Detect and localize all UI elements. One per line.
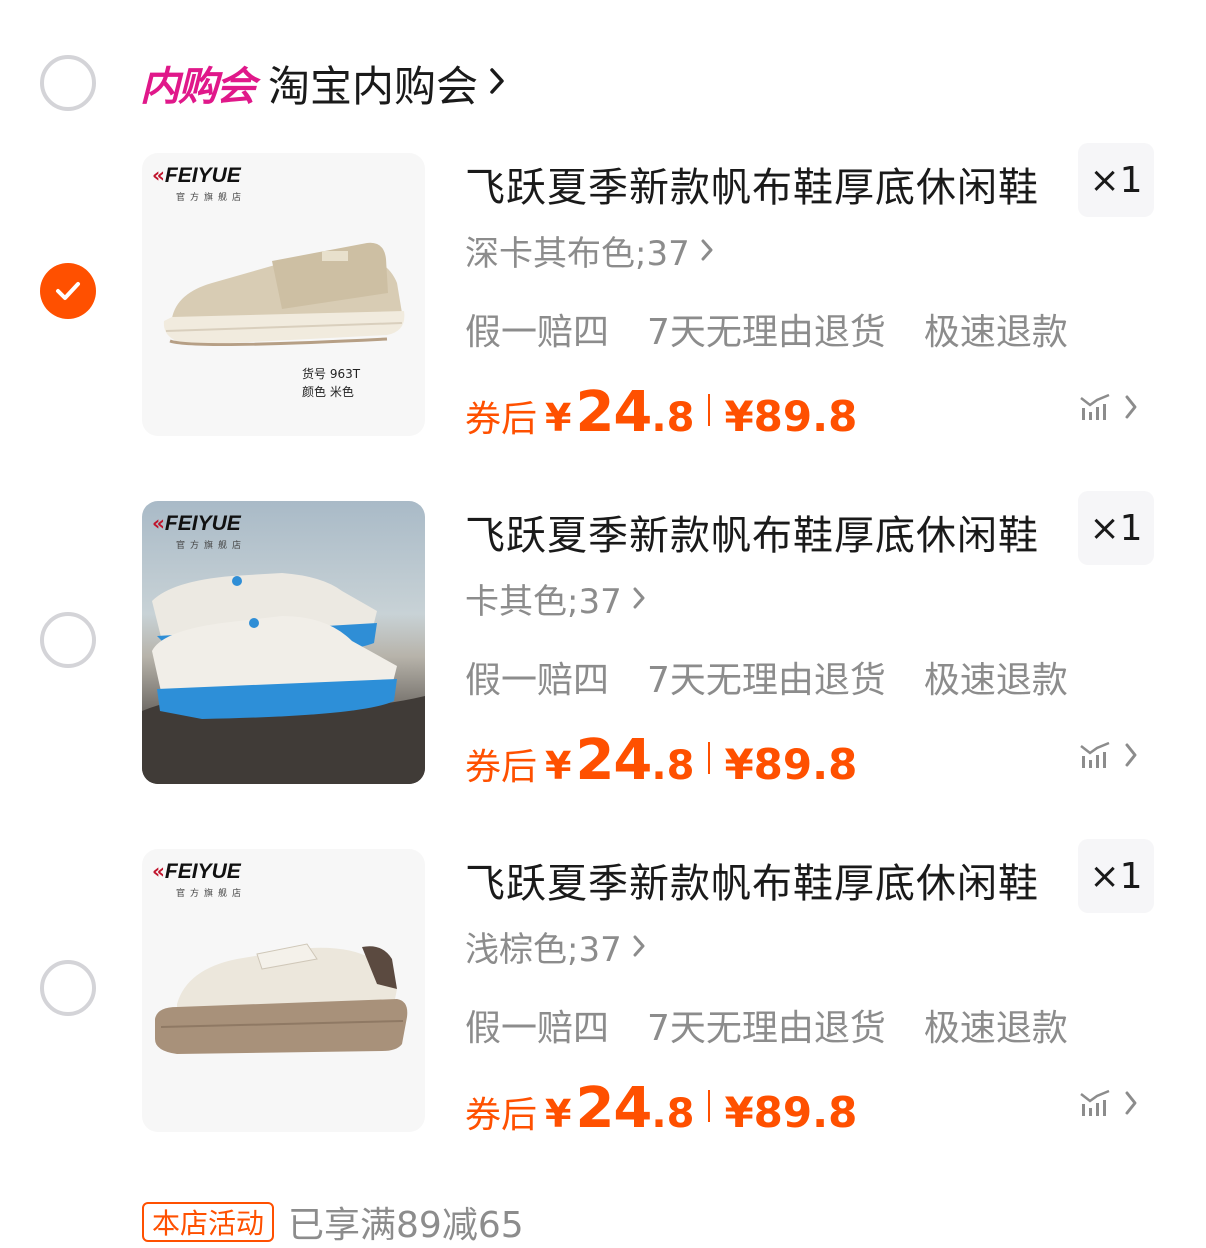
- service-tags: 假一赔四 7天无理由退货 极速退款: [465, 999, 1106, 1051]
- original-price: ¥89.8: [724, 740, 858, 789]
- price-row: 券后 ¥24.8 ¥89.8: [465, 380, 858, 445]
- shop-name[interactable]: 淘宝内购会: [268, 53, 478, 114]
- chevron-right-icon: [1125, 743, 1137, 767]
- item-title[interactable]: 飞跃夏季新款帆布鞋厚底休闲鞋: [465, 851, 1039, 909]
- sku-info: 货号 963T 颜色 米色: [302, 367, 361, 399]
- item-title[interactable]: 飞跃夏季新款帆布鞋厚底休闲鞋: [465, 155, 1039, 213]
- shoe-illustration: [142, 573, 425, 784]
- tag: 极速退款: [923, 660, 1068, 701]
- service-tags: 假一赔四 7天无理由退货 极速退款: [465, 651, 1106, 703]
- price-row: 券后 ¥24.8 ¥89.8: [465, 728, 858, 793]
- price-chart-icon: [1080, 741, 1110, 768]
- original-price: ¥89.8: [724, 1088, 858, 1137]
- price-chart-icon: [1080, 1089, 1110, 1116]
- product-image[interactable]: «FEIYUE 官方旗舰店: [142, 849, 425, 1132]
- price-row: 券后 ¥24.8 ¥89.8: [465, 1076, 858, 1141]
- tag: 7天无理由退货: [647, 312, 886, 353]
- spec-selector[interactable]: 浅棕色;37: [465, 922, 646, 971]
- chevron-right-icon: [632, 579, 646, 619]
- brand-logo: «FEIYUE 官方旗舰店: [152, 859, 247, 899]
- price-trend-button[interactable]: [1078, 740, 1138, 770]
- quantity-button[interactable]: ×1: [1078, 839, 1154, 913]
- shop-header[interactable]: 内购会 淘宝内购会: [140, 48, 506, 118]
- price-trend-button[interactable]: [1078, 1088, 1138, 1118]
- spec-selector[interactable]: 深卡其布色;37: [465, 226, 714, 275]
- product-image[interactable]: «FEIYUE 官方旗舰店 货号 963T 颜色 米色: [142, 153, 425, 436]
- chevron-right-icon[interactable]: [488, 66, 506, 100]
- tag: 7天无理由退货: [647, 660, 886, 701]
- tag: 假一赔四: [465, 1008, 610, 1049]
- item-title[interactable]: 飞跃夏季新款帆布鞋厚底休闲鞋: [465, 503, 1039, 561]
- store-promotion: 本店活动 已享满89减65: [142, 1196, 524, 1248]
- promo-badge: 本店活动: [142, 1202, 275, 1242]
- original-price: ¥89.8: [724, 392, 858, 441]
- shoe-illustration: [155, 943, 408, 1054]
- spec-selector[interactable]: 卡其色;37: [465, 574, 646, 623]
- price-chart-icon: [1080, 393, 1110, 420]
- product-image[interactable]: «FEIYUE 官方旗舰店: [142, 501, 425, 784]
- quantity-button[interactable]: ×1: [1078, 143, 1154, 217]
- shop-logo: 内购会: [140, 64, 256, 110]
- item-1-select-radio[interactable]: [40, 263, 96, 319]
- chevron-right-icon: [700, 231, 714, 271]
- chevron-right-icon: [632, 927, 646, 967]
- tag: 7天无理由退货: [647, 1008, 886, 1049]
- tag: 极速退款: [923, 1008, 1068, 1049]
- tag: 极速退款: [923, 312, 1068, 353]
- service-tags: 假一赔四 7天无理由退货 极速退款: [465, 303, 1106, 355]
- brand-logo: «FEIYUE 官方旗舰店: [152, 511, 247, 551]
- shoe-illustration: [163, 242, 405, 347]
- item-2-select-radio[interactable]: [40, 612, 96, 668]
- price-trend-button[interactable]: [1078, 392, 1138, 422]
- tag: 假一赔四: [465, 312, 610, 353]
- chevron-right-icon: [1125, 395, 1137, 419]
- item-3-select-radio[interactable]: [40, 960, 96, 1016]
- chevron-right-icon: [1125, 1091, 1137, 1115]
- brand-logo: «FEIYUE 官方旗舰店: [152, 163, 247, 203]
- shop-select-radio[interactable]: [40, 55, 96, 111]
- quantity-button[interactable]: ×1: [1078, 491, 1154, 565]
- tag: 假一赔四: [465, 660, 610, 701]
- promo-text: 已享满89减65: [288, 1205, 524, 1246]
